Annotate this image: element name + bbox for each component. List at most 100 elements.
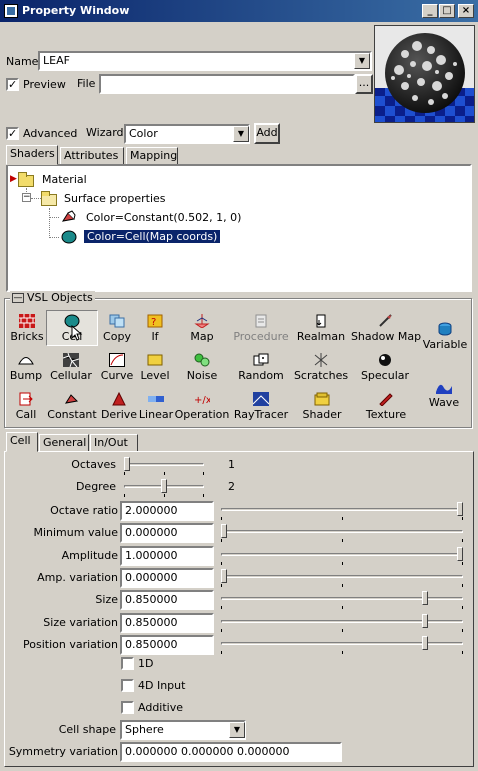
cell-shape-label: Cell shape: [58, 723, 116, 736]
tool-cell[interactable]: Cell: [46, 310, 98, 346]
tab-cell[interactable]: Cell: [6, 432, 38, 452]
wizard-label: Wizard: [86, 126, 124, 139]
title-bar[interactable]: Property Window _ □ ×: [0, 0, 478, 22]
tool-curve[interactable]: Curve: [98, 353, 136, 382]
param-value-input[interactable]: 0.850000: [120, 590, 214, 610]
param-slider[interactable]: [221, 591, 463, 609]
param-value-input[interactable]: 0.850000: [120, 635, 214, 655]
param-label: Octave ratio: [50, 504, 118, 517]
degree-slider[interactable]: [124, 479, 204, 497]
preview-checkbox[interactable]: ✓: [6, 78, 19, 91]
tool-noise[interactable]: Noise: [184, 353, 220, 382]
group-collapse-icon[interactable]: —: [12, 292, 24, 303]
shader-icon: [314, 392, 330, 406]
tab-in-out[interactable]: In/Out: [90, 434, 138, 452]
advanced-label: Advanced: [23, 127, 78, 140]
param-value-input[interactable]: 1.000000: [120, 546, 214, 566]
slider-thumb[interactable]: [457, 502, 463, 516]
tool-random[interactable]: Random: [236, 353, 286, 382]
wizard-dropdown-icon[interactable]: ▼: [233, 126, 249, 142]
window-icon: [4, 4, 18, 18]
tool-derive[interactable]: Derive: [100, 392, 138, 421]
param-slider[interactable]: [221, 636, 463, 654]
slider-thumb[interactable]: [422, 614, 428, 628]
tool-label: Specular: [360, 369, 410, 382]
check-1d[interactable]: [121, 657, 134, 670]
collapse-toggle-icon[interactable]: −: [22, 193, 31, 202]
minimize-button[interactable]: _: [422, 4, 438, 18]
add-button[interactable]: Add: [254, 123, 280, 144]
param-slider[interactable]: [221, 569, 463, 587]
tree-item-color-constant[interactable]: Color=Constant(0.502, 1, 0): [86, 211, 241, 224]
tool-copy[interactable]: Copy: [100, 314, 134, 343]
tree-item-material[interactable]: Material: [42, 173, 87, 186]
tool-call[interactable]: Call: [8, 392, 44, 421]
tool-bump[interactable]: Bump: [8, 353, 44, 382]
tool-label: Derive: [100, 408, 138, 421]
check-4d-input[interactable]: [121, 679, 134, 692]
cell-shape-dropdown-icon[interactable]: ▼: [229, 722, 245, 738]
slider-thumb[interactable]: [457, 547, 463, 561]
param-slider[interactable]: [221, 614, 463, 632]
maximize-button[interactable]: □: [439, 4, 455, 18]
tab-shaders[interactable]: Shaders: [6, 145, 58, 165]
tree-item-color-cell[interactable]: Color=Cell(Map coords): [84, 230, 221, 243]
tool-label: Level: [140, 369, 170, 382]
symmetry-input[interactable]: 0.000000 0.000000 0.000000: [120, 742, 342, 762]
slider-thumb[interactable]: [422, 591, 428, 605]
tree-item-surface[interactable]: Surface properties: [64, 192, 166, 205]
name-dropdown-icon[interactable]: ▼: [354, 53, 370, 69]
slider-thumb[interactable]: [422, 636, 428, 650]
browse-button[interactable]: ...: [355, 74, 373, 94]
tool-realman[interactable]: Realman: [296, 314, 346, 343]
slider-thumb[interactable]: [221, 524, 227, 538]
tool-texture[interactable]: Texture: [362, 392, 410, 421]
wizard-select[interactable]: Color: [124, 124, 250, 144]
tool-operation[interactable]: +/x Operation: [174, 392, 230, 421]
file-input[interactable]: [99, 74, 355, 94]
octaves-value: 1: [228, 458, 235, 471]
param-slider[interactable]: [221, 502, 463, 520]
random-icon: [253, 353, 269, 366]
open-folder-icon: [41, 191, 57, 206]
tool-bricks[interactable]: Bricks: [8, 314, 46, 343]
expand-arrow-icon[interactable]: ▶: [10, 174, 17, 184]
tab-general[interactable]: General: [39, 434, 89, 452]
tool-label: Random: [238, 369, 284, 382]
tool-shader[interactable]: Shader: [298, 392, 346, 421]
tab-attributes[interactable]: Attributes: [60, 147, 124, 165]
param-slider[interactable]: [221, 524, 463, 542]
tool-if[interactable]: ? If: [138, 314, 172, 343]
tool-raytracer[interactable]: RayTracer: [230, 392, 292, 421]
slider-thumb[interactable]: [124, 457, 130, 471]
tool-constant[interactable]: Constant: [44, 392, 100, 421]
check-additive[interactable]: [121, 701, 134, 714]
param-value-input[interactable]: 0.000000: [120, 568, 214, 588]
tool-scratches[interactable]: Scratches: [290, 353, 352, 382]
slider-thumb[interactable]: [221, 569, 227, 583]
cell-shape-select[interactable]: Sphere: [120, 720, 246, 740]
tool-cellular[interactable]: Cellular: [48, 353, 94, 382]
tool-linear[interactable]: Linear: [138, 392, 174, 421]
tool-wave[interactable]: Wave: [424, 380, 464, 409]
tool-variable[interactable]: Variable: [422, 322, 468, 351]
bump-icon: [18, 357, 34, 365]
param-value-input[interactable]: 2.000000: [120, 501, 214, 521]
octaves-slider[interactable]: [124, 457, 204, 475]
slider-thumb[interactable]: [161, 479, 167, 493]
close-button[interactable]: ×: [458, 4, 474, 18]
tool-map[interactable]: Map: [184, 314, 220, 343]
derive-icon: [112, 392, 126, 406]
param-value-input[interactable]: 0.850000: [120, 613, 214, 633]
tool-procedure[interactable]: Procedure: [230, 314, 292, 343]
tool-specular[interactable]: Specular: [358, 353, 412, 382]
shader-tree[interactable]: ▶ Material − Surface properties Color=Co…: [6, 164, 472, 292]
name-combobox[interactable]: LEAF: [38, 51, 372, 71]
tool-label: Copy: [103, 330, 131, 343]
tab-mapping[interactable]: Mapping: [126, 147, 178, 165]
tool-shadow-map[interactable]: Shadow Map: [350, 314, 422, 343]
tool-level[interactable]: Level: [138, 353, 172, 382]
param-value-input[interactable]: 0.000000: [120, 523, 214, 543]
advanced-checkbox[interactable]: ✓: [6, 127, 19, 140]
param-slider[interactable]: [221, 547, 463, 565]
